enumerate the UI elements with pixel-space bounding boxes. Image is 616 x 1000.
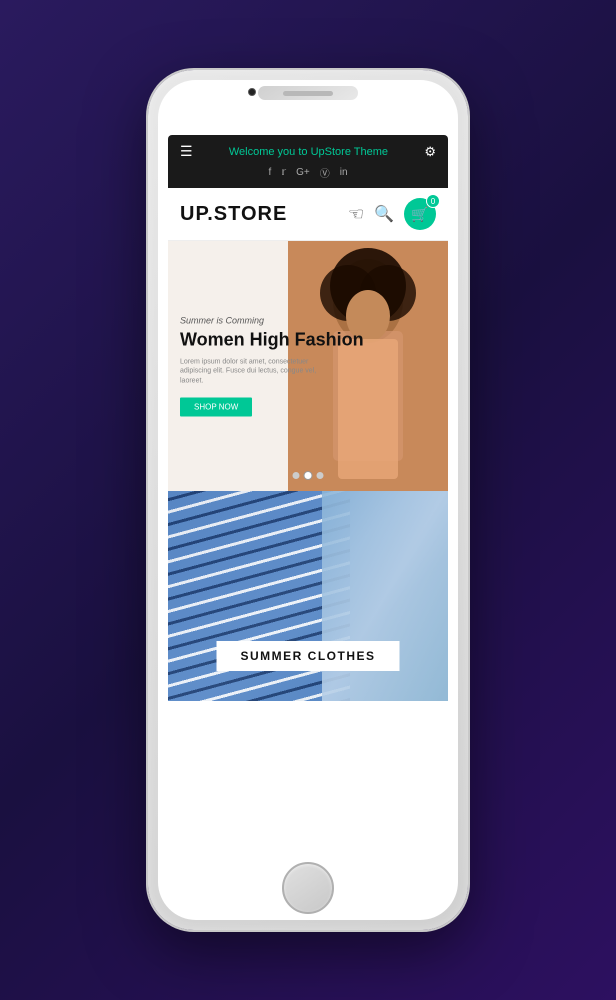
hero-subtitle: Summer is Comming bbox=[180, 316, 364, 326]
phone-body: ☰ Welcome you to UpStore Theme ⚙ f 𝕣 G+ … bbox=[158, 80, 458, 920]
cart-button[interactable]: 🛒 0 bbox=[404, 198, 436, 230]
cart-badge: 0 bbox=[426, 194, 440, 208]
logo-up: UP. bbox=[180, 203, 214, 225]
hero-title: Women High Fashion bbox=[180, 330, 364, 352]
gear-icon[interactable]: ⚙ bbox=[424, 144, 436, 160]
cursor-icon: ☜ bbox=[348, 204, 364, 225]
phone-camera bbox=[248, 88, 256, 96]
home-button[interactable] bbox=[282, 862, 334, 914]
linkedin-icon[interactable]: in bbox=[340, 167, 348, 178]
hamburger-icon[interactable]: ☰ bbox=[180, 143, 193, 160]
twitter-icon[interactable]: 𝕣 bbox=[281, 167, 286, 178]
dot-2[interactable] bbox=[305, 472, 312, 479]
hero-section: Summer is Comming Women High Fashion Lor… bbox=[168, 241, 448, 491]
hero-description: Lorem ipsum dolor sit amet, consectetuer… bbox=[180, 357, 320, 386]
instagram-icon[interactable]: Ⓥ bbox=[320, 165, 330, 180]
phone-screen: ☰ Welcome you to UpStore Theme ⚙ f 𝕣 G+ … bbox=[168, 135, 448, 840]
search-icon[interactable]: 🔍 bbox=[374, 204, 394, 224]
topbar-title: Welcome you to UpStore Theme bbox=[229, 146, 388, 158]
topbar: ☰ Welcome you to UpStore Theme ⚙ f 𝕣 G+ … bbox=[168, 135, 448, 188]
nav-icons: ☜ 🔍 🛒 0 bbox=[348, 198, 436, 230]
topbar-social: f 𝕣 G+ Ⓥ in bbox=[268, 165, 347, 180]
summer-section: SUMMER CLOTHES bbox=[168, 491, 448, 701]
googleplus-icon[interactable]: G+ bbox=[296, 167, 310, 178]
dot-1[interactable] bbox=[293, 472, 300, 479]
dot-3[interactable] bbox=[317, 472, 324, 479]
hero-dots bbox=[293, 472, 324, 479]
topbar-main: ☰ Welcome you to UpStore Theme ⚙ bbox=[180, 143, 436, 160]
phone-top-bar bbox=[258, 86, 358, 100]
hero-content: Summer is Comming Women High Fashion Lor… bbox=[180, 316, 364, 417]
logo-store: STORE bbox=[214, 203, 288, 225]
facebook-icon[interactable]: f bbox=[268, 167, 271, 178]
summer-label[interactable]: SUMMER CLOTHES bbox=[217, 641, 400, 671]
cart-icon: 🛒 bbox=[411, 206, 428, 223]
phone-frame: ☰ Welcome you to UpStore Theme ⚙ f 𝕣 G+ … bbox=[148, 70, 468, 930]
navbar: UP.STORE ☜ 🔍 🛒 0 bbox=[168, 188, 448, 241]
site-logo[interactable]: UP.STORE bbox=[180, 203, 287, 226]
phone-speaker bbox=[283, 91, 333, 96]
hero-shop-button[interactable]: SHOP NOW bbox=[180, 397, 252, 416]
